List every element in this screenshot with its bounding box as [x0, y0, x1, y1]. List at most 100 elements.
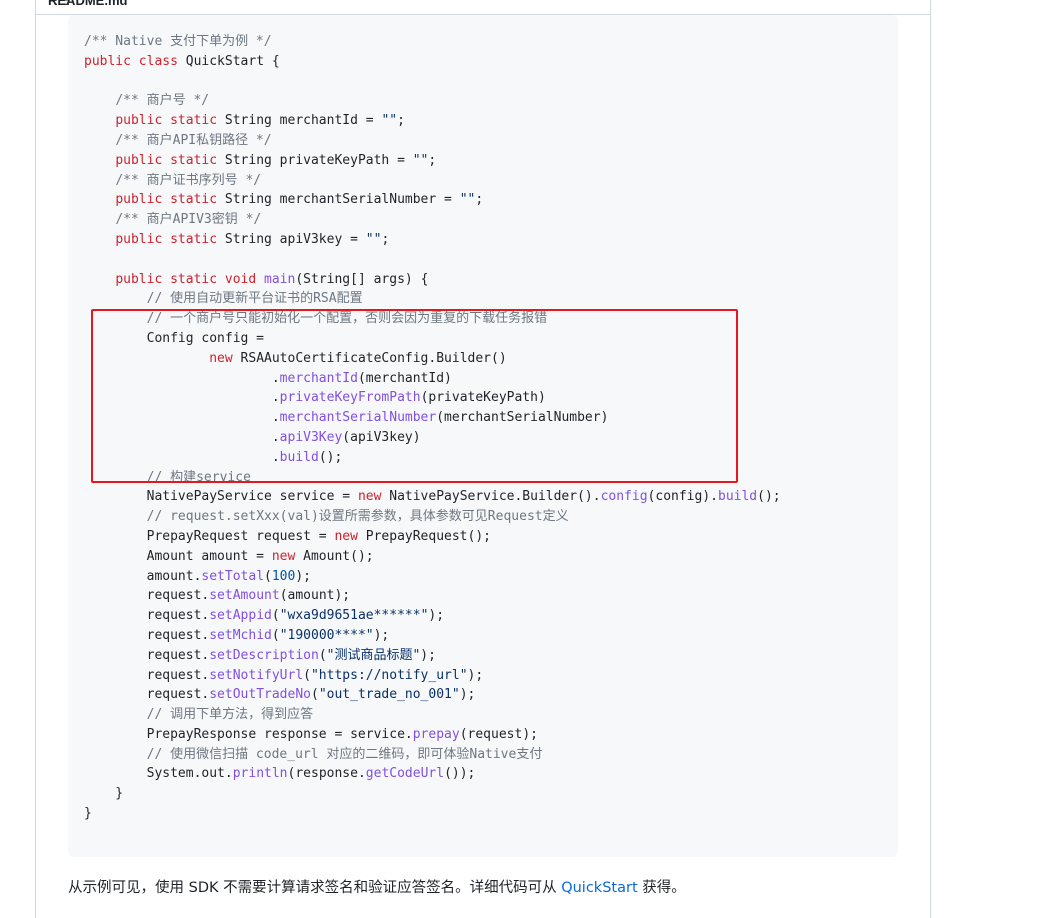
code-token: build: [279, 449, 319, 465]
code-line: amount.setTotal(100);: [84, 569, 311, 584]
code-token: (String[] args) {: [295, 271, 429, 287]
code-line: // 使用自动更新平台证书的RSA配置: [84, 291, 363, 306]
code-token: (privateKeyPath): [420, 390, 546, 406]
code-token: getCodeUrl: [365, 766, 445, 782]
code-line: // 使用微信扫描 code_url 对应的二维码，即可体验Native支付: [84, 747, 543, 762]
code-token: merchantSerialNumber: [279, 410, 437, 426]
code-line: .build();: [84, 450, 342, 465]
code-line: Amount amount = new Amount();: [84, 549, 374, 564]
code-token: setTotal: [201, 568, 265, 584]
code-token: PrepayRequest request =: [84, 528, 335, 544]
code-token: // 使用自动更新平台证书的RSA配置: [146, 291, 363, 307]
code-token: build: [718, 489, 758, 505]
code-token: // 一个商户号只能初始化一个配置，否则会因为重复的下载任务报错: [146, 311, 548, 327]
code-token: (merchantId): [357, 370, 452, 386]
code-token: (: [264, 568, 272, 584]
quickstart-link[interactable]: QuickStart: [561, 880, 637, 896]
readme-title[interactable]: README.md: [48, 0, 127, 9]
code-line: request.setMchid("190000****");: [84, 627, 390, 643]
code-token: /** 商户APIV3密钥 */: [115, 212, 262, 228]
code-token: String privateKeyPath =: [217, 152, 413, 168]
code-token: (amount);: [279, 588, 351, 604]
code-line: NativePayService service = new NativePay…: [84, 489, 781, 504]
code-token: setOutTradeNo: [209, 687, 311, 703]
code-token: public static void: [115, 271, 257, 287]
code-token: (request);: [459, 726, 538, 742]
code-line: public class QuickStart {: [84, 54, 280, 69]
code-line: }: [84, 806, 92, 821]
code-token: setDescription: [209, 647, 319, 663]
code-token: Config config =: [84, 330, 265, 346]
code-line: .apiV3Key(apiV3key): [84, 430, 421, 445]
code-line: request.setNotifyUrl("https://notify_url…: [84, 667, 484, 683]
code-token: amount.: [84, 568, 202, 584]
code-token: request.: [84, 608, 210, 624]
code-token: request.: [84, 687, 210, 703]
code-token: request.: [84, 627, 210, 643]
code-token: public class: [84, 53, 178, 69]
code-token: "": [381, 113, 398, 129]
code-line: PrepayRequest request = new PrepayReques…: [84, 529, 491, 544]
code-token: merchantId: [279, 370, 358, 386]
code-token: new: [271, 548, 296, 564]
code-token: );: [428, 608, 445, 624]
code-token: 100: [271, 568, 296, 584]
code-token: main: [264, 271, 296, 287]
code-token: (config).: [647, 489, 718, 505]
code-token: System.out.: [84, 766, 233, 782]
code-token: new: [357, 489, 382, 505]
code-token: (: [303, 667, 311, 683]
code-token: String merchantId =: [217, 113, 382, 129]
code-token: new: [209, 350, 233, 366]
code-token: /** 商户号 */: [115, 93, 210, 109]
code-token: new: [334, 528, 358, 544]
readme-header: [36, 0, 930, 15]
code-token: "https://notify_url": [310, 667, 468, 683]
code-token: .: [84, 390, 280, 406]
code-token: );: [373, 627, 390, 643]
code-token: (apiV3key): [342, 429, 421, 445]
code-token: (: [271, 608, 280, 624]
code-line: request.setAppid("wxa9d9651ae******");: [84, 608, 444, 623]
code-line: .merchantId(merchantId): [84, 371, 452, 386]
code-token: );: [295, 568, 311, 584]
code-token: setNotifyUrl: [209, 667, 304, 683]
code-token: "": [459, 192, 476, 208]
code-token: String apiV3key =: [217, 231, 366, 247]
description-text: 从示例可见，使用 SDK 不需要计算请求签名和验证应答签名。详细代码可从: [68, 880, 562, 896]
code-token: NativePayService service =: [84, 489, 358, 505]
code-line: // 构建service: [84, 470, 251, 485]
code-token: PrepayRequest();: [357, 528, 491, 544]
code-token: privateKeyFromPath: [279, 390, 421, 406]
code-line: Config config =: [84, 331, 264, 346]
description-paragraph: 从示例可见，使用 SDK 不需要计算请求签名和验证应答签名。详细代码可从 Qui…: [68, 876, 686, 897]
code-token: request.: [84, 667, 210, 683]
code-line: public static String merchantSerialNumbe…: [84, 192, 483, 207]
code-line: // request.setXxx(val)设置所需参数，具体参数可见Reque…: [84, 509, 569, 524]
code-token: .: [84, 370, 280, 386]
code-token: ;: [397, 113, 405, 129]
code-line: public static void main(String[] args) {: [84, 272, 428, 287]
code-token: (response.: [287, 766, 366, 782]
code-line: /** 商户号 */: [84, 93, 209, 108]
code-line: /** Native 支付下单为例 */: [84, 34, 272, 49]
code-token: request.: [84, 647, 210, 663]
code-token: /** 商户API私钥路径 */: [115, 132, 272, 148]
code-line: /** 商户APIV3密钥 */: [84, 212, 261, 227]
code-token: ;: [428, 152, 437, 168]
code-token: public static: [115, 231, 218, 247]
